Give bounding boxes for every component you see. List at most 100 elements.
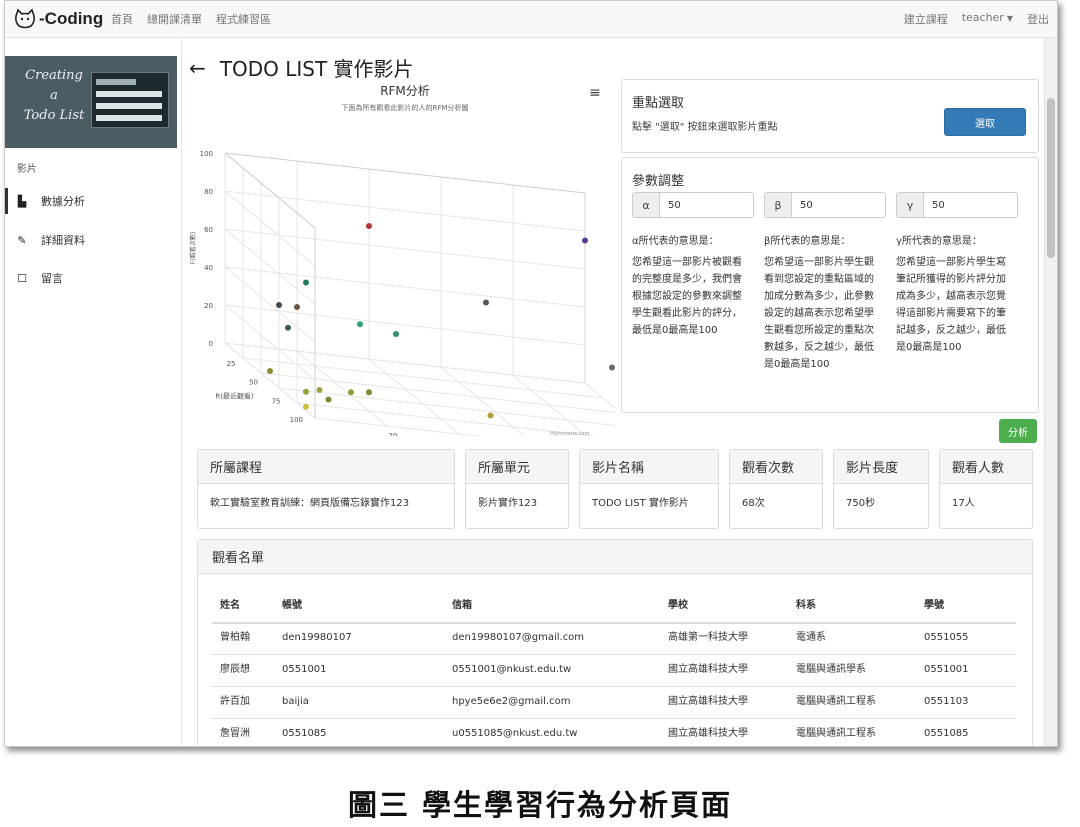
create-course-link[interactable]: 建立課程 <box>904 11 948 27</box>
column-header: 信箱 <box>452 600 472 611</box>
cell-student-id: 0551085 <box>924 728 969 739</box>
cat-logo-icon <box>15 8 35 29</box>
brand-logo[interactable]: -Coding <box>13 7 103 31</box>
user-name: teacher <box>961 11 1004 24</box>
sidebar-section-label: 影片 <box>17 164 37 175</box>
table-header-row: 姓名 帳號 信箱 學校 科系 學號 <box>212 590 1016 624</box>
scatter-point[interactable] <box>325 396 332 403</box>
gamma-input[interactable]: 50 <box>924 193 1017 217</box>
cell-name: 詹冒洲 <box>220 728 250 739</box>
scatter-point[interactable] <box>483 299 489 306</box>
cell-student-id: 0551001 <box>924 664 969 675</box>
scatter-point[interactable] <box>609 364 615 371</box>
alpha-input[interactable]: 50 <box>660 193 753 217</box>
sidebar-item-analysis[interactable]: ▙ 數據分析 <box>5 188 180 214</box>
grid-line <box>224 190 316 267</box>
sidebar-item-label: 數據分析 <box>41 195 85 208</box>
scatter-point[interactable] <box>348 389 354 396</box>
beta-heading: β所代表的意思是： <box>764 236 851 247</box>
sidebar: Creating a Todo List 影片 ▙ 數據分析 ✎ 詳細資料 ☐ … <box>5 38 182 746</box>
scatter-point[interactable] <box>357 321 363 328</box>
scatter-point[interactable] <box>303 279 309 286</box>
chart-credit[interactable]: Highcharts.com <box>550 431 589 437</box>
r-tick-label: 75 <box>272 397 281 405</box>
info-card-value: 750秒 <box>846 498 876 509</box>
nav-link-home[interactable]: 首頁 <box>111 11 133 27</box>
scatter-point[interactable] <box>393 331 399 337</box>
y-axis-title: F(觀看次數) <box>189 232 197 264</box>
rfm-scatter-chart: 02040608010025507510020406080100F(觀看次數)R… <box>189 150 615 436</box>
gamma-heading: γ所代表的意思是： <box>896 236 982 247</box>
grid-line <box>224 152 586 194</box>
y-tick-label: 100 <box>200 150 213 158</box>
beta-input-group: β 50 <box>764 192 886 218</box>
video-thumbnail[interactable]: Creating a Todo List <box>5 56 177 148</box>
y-tick-label: 60 <box>204 226 213 234</box>
scatter-point[interactable] <box>276 302 282 308</box>
scatter-point[interactable] <box>366 389 372 396</box>
scatter-point[interactable] <box>582 237 588 244</box>
cell-school: 國立高雄科技大學 <box>668 696 748 707</box>
info-card-label: 影片長度 <box>834 450 928 484</box>
cell-student-id: 0551103 <box>924 696 969 707</box>
nav-link-courses[interactable]: 總開課清單 <box>147 11 202 27</box>
scrollbar-thumb[interactable] <box>1047 98 1055 258</box>
chart-menu-icon[interactable]: ≡ <box>589 85 601 101</box>
table-row: 曾柏翰 den19980107 den19980107@gmail.com 高雄… <box>212 622 1016 655</box>
cell-department: 電腦與通訊工程系 <box>796 728 876 739</box>
grid-line <box>224 152 316 229</box>
y-tick-label: 80 <box>204 188 213 196</box>
thumbnail-caption: Creating a Todo List <box>17 66 91 126</box>
chart-subtitle: 下面為所有觀看此影片的人的RFM分析圖 <box>341 104 469 112</box>
page-scrollbar[interactable] <box>1044 38 1057 746</box>
caret-down-icon: ▼ <box>1006 14 1013 23</box>
y-tick-label: 40 <box>204 264 213 272</box>
bar-chart-icon: ▙ <box>17 194 27 208</box>
chart-grid <box>224 152 615 436</box>
cell-department: 電通系 <box>796 632 826 643</box>
y-tick-label: 20 <box>204 302 213 310</box>
top-navbar: -Coding 首頁 總開課清單 程式練習區 建立課程 teacher ▼ 登出 <box>5 1 1057 38</box>
table-row: 許百加 baijia hpye5e6e2@gmail.com 國立高雄科技大學 … <box>212 686 1016 719</box>
user-dropdown[interactable]: teacher ▼ <box>962 11 1013 27</box>
alpha-symbol: α <box>633 193 660 217</box>
info-card-label: 所屬單元 <box>466 450 568 484</box>
cell-account: 0551001 <box>282 664 327 675</box>
cell-department: 電腦與通訊工程系 <box>796 696 876 707</box>
r-tick-label: 50 <box>249 379 258 387</box>
info-card-label: 所屬課程 <box>198 450 454 484</box>
grid-line <box>224 266 316 343</box>
beta-symbol: β <box>765 193 792 217</box>
sidebar-item-comments[interactable]: ☐ 留言 <box>5 265 177 291</box>
analyze-button[interactable]: 分析 <box>999 419 1037 443</box>
scatter-point[interactable] <box>487 412 494 419</box>
select-button[interactable]: 選取 <box>944 108 1026 136</box>
scatter-point[interactable] <box>303 403 309 410</box>
pencil-icon: ✎ <box>17 233 27 247</box>
params-panel: 參數調整 α 50 β 50 γ 50 α所代表的意思是： β所代表的意思是： … <box>621 157 1039 413</box>
nav-right: 建立課程 teacher ▼ 登出 <box>904 11 1057 27</box>
beta-input[interactable]: 50 <box>792 193 885 217</box>
scatter-point[interactable] <box>267 368 273 374</box>
chart-ticks: 02040608010025507510020406080100F(觀看次數)R… <box>189 150 397 436</box>
info-card-unit: 所屬單元 影片實作123 <box>465 449 569 529</box>
info-card-video-name: 影片名稱 TODO LIST 實作影片 <box>579 449 719 529</box>
cell-department: 電腦與通訊學系 <box>796 664 866 675</box>
scatter-point[interactable] <box>294 304 300 310</box>
sidebar-item-label: 留言 <box>41 272 63 285</box>
scatter-point[interactable] <box>366 223 372 229</box>
cell-name: 曾柏翰 <box>220 632 250 643</box>
gamma-symbol: γ <box>897 193 924 217</box>
cell-email: 0551001@nkust.edu.tw <box>452 664 572 675</box>
logout-link[interactable]: 登出 <box>1027 11 1049 27</box>
chart-title: RFM分析 <box>380 84 430 98</box>
info-card-value: 影片實作123 <box>478 498 538 509</box>
scatter-point[interactable] <box>285 324 291 331</box>
back-arrow-icon[interactable]: ← <box>189 56 206 80</box>
nav-link-practice[interactable]: 程式練習區 <box>216 11 271 27</box>
scatter-point[interactable] <box>316 387 323 394</box>
cell-name: 廖辰想 <box>220 664 250 675</box>
scatter-point[interactable] <box>303 388 309 395</box>
sidebar-item-details[interactable]: ✎ 詳細資料 <box>5 227 177 253</box>
r-tick-label: 25 <box>227 360 236 368</box>
